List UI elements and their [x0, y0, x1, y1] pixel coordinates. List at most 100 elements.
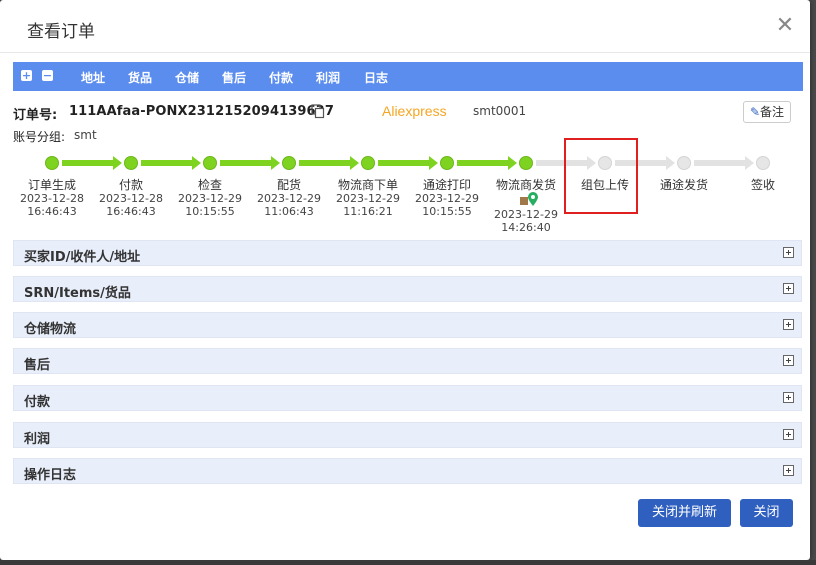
dialog-header: 查看订单 ✕ [0, 0, 810, 53]
progress-arrow [666, 156, 675, 170]
remark-label: 备注 [760, 105, 785, 119]
step-date: 2023-12-29 [415, 192, 479, 205]
section-label: 买家ID/收件人/地址 [24, 250, 141, 265]
step-dot [440, 156, 454, 170]
step-date: 2023-12-29 [178, 192, 242, 205]
section-warehouse-logistics[interactable]: 仓储物流 [13, 312, 802, 338]
step-date: 2023-12-28 [99, 192, 163, 205]
expand-icon[interactable] [783, 392, 794, 403]
section-label: 售后 [24, 358, 51, 373]
step-dot [519, 156, 533, 170]
section-aftersale[interactable]: 售后 [13, 348, 802, 374]
expand-icon[interactable] [783, 465, 794, 476]
expand-all-icon[interactable]: + [21, 70, 32, 81]
step-timestamp: 2023-12-29 10:15:55 [170, 192, 250, 218]
progress-connector [457, 160, 508, 166]
toolbar-link-payment[interactable]: 付款 [269, 69, 293, 86]
section-label: 仓储物流 [24, 322, 77, 337]
order-dialog: 查看订单 ✕ + − 地址 货品 仓储 售后 付款 利润 日志 订单号: 111… [0, 0, 810, 560]
step-label: 签收 [750, 178, 775, 192]
background-strip [0, 560, 816, 565]
section-label: 利润 [24, 432, 51, 447]
step-label: 订单生成 [27, 178, 76, 192]
section-label: 操作日志 [24, 468, 77, 483]
order-progress-tracker: 订单生成 2023-12-28 16:46:43 付款 2023-12-28 16:46:… [0, 150, 810, 240]
section-label: 付款 [24, 395, 51, 410]
step-time: 10:15:55 [185, 205, 235, 218]
step-dot [361, 156, 375, 170]
section-label: SRN/Items/货品 [24, 286, 131, 301]
toolbar-link-aftersale[interactable]: 售后 [222, 69, 246, 86]
order-number-label: 订单号: [13, 108, 58, 123]
step-timestamp: 2023-12-29 10:15:55 [407, 192, 487, 218]
progress-arrow [271, 156, 280, 170]
dialog-title: 查看订单 [27, 22, 95, 42]
step-dot [756, 156, 770, 170]
section-payment[interactable]: 付款 [13, 385, 802, 411]
step-dot [45, 156, 59, 170]
step-label: 通途打印 [422, 178, 471, 192]
toolbar-link-log[interactable]: 日志 [364, 69, 388, 86]
section-operation-log[interactable]: 操作日志 [13, 458, 802, 484]
progress-connector [141, 160, 192, 166]
progress-arrow [350, 156, 359, 170]
close-button[interactable]: 关闭 [740, 499, 793, 527]
package-icon [520, 197, 528, 205]
step-label: 付款 [118, 178, 143, 192]
step-date: 2023-12-28 [20, 192, 84, 205]
toolbar-link-goods[interactable]: 货品 [128, 69, 152, 86]
progress-arrow [508, 156, 517, 170]
progress-arrow [745, 156, 754, 170]
step-timestamp: 2023-12-28 16:46:43 [91, 192, 171, 218]
step-time: 10:15:55 [422, 205, 472, 218]
close-icon[interactable]: ✕ [774, 15, 796, 37]
expand-icon[interactable] [783, 319, 794, 330]
progress-arrow [429, 156, 438, 170]
step-date: 2023-12-29 [257, 192, 321, 205]
toolbar-link-address[interactable]: 地址 [81, 69, 105, 86]
close-and-refresh-button[interactable]: 关闭并刷新 [638, 499, 731, 527]
step-timestamp: 2023-12-29 14:26:40 [486, 208, 566, 234]
collapse-all-icon[interactable]: − [42, 70, 53, 81]
step-date: 2023-12-29 [336, 192, 400, 205]
step-label: 检查 [197, 178, 222, 192]
step-time: 16:46:43 [106, 205, 156, 218]
step-time: 11:16:21 [343, 205, 393, 218]
step-label: 通途发货 [659, 178, 708, 192]
expand-icon[interactable] [783, 247, 794, 258]
step-dot [677, 156, 691, 170]
progress-connector [220, 160, 271, 166]
progress-arrow [192, 156, 201, 170]
step-date: 2023-12-29 [494, 208, 558, 221]
progress-connector [694, 160, 745, 166]
store-name: smt0001 [473, 104, 527, 118]
progress-connector [62, 160, 113, 166]
step-timestamp: 2023-12-29 11:16:21 [328, 192, 408, 218]
step-label: 配货 [276, 178, 301, 192]
section-srn-items[interactable]: SRN/Items/货品 [13, 276, 802, 302]
current-step-highlight [564, 138, 638, 214]
account-group-label: 账号分组: [13, 130, 66, 144]
platform-name: Aliexpress [382, 103, 447, 119]
expand-icon[interactable] [783, 283, 794, 294]
step-time: 11:06:43 [264, 205, 314, 218]
section-profit[interactable]: 利润 [13, 422, 802, 448]
progress-connector [299, 160, 350, 166]
carrier-icons [520, 192, 538, 206]
toolbar-link-profit[interactable]: 利润 [316, 69, 340, 86]
step-dot [282, 156, 296, 170]
step-timestamp: 2023-12-28 16:46:43 [12, 192, 92, 218]
section-buyer-address[interactable]: 买家ID/收件人/地址 [13, 240, 802, 266]
progress-connector [378, 160, 429, 166]
remark-button[interactable]: ✎备注 [743, 101, 791, 123]
step-timestamp: 2023-12-29 11:06:43 [249, 192, 329, 218]
pencil-icon: ✎ [749, 105, 761, 119]
toolbar-link-warehouse[interactable]: 仓储 [175, 69, 199, 86]
expand-icon[interactable] [783, 429, 794, 440]
copy-icon[interactable] [311, 104, 325, 119]
expand-icon[interactable] [783, 355, 794, 366]
section-toolbar: + − 地址 货品 仓储 售后 付款 利润 日志 [13, 62, 803, 91]
order-number: 111AAfaa-PONX2312152094139637 [69, 104, 334, 119]
progress-arrow [113, 156, 122, 170]
account-group-value: smt [74, 128, 97, 142]
